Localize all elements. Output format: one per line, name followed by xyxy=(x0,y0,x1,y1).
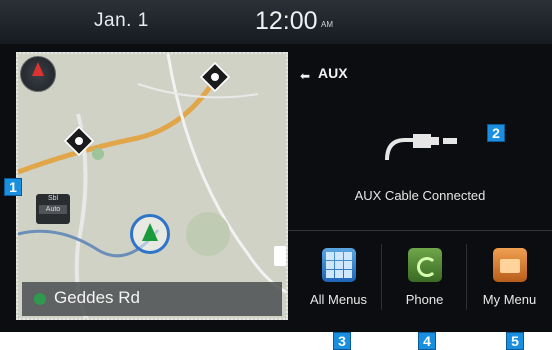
aux-title: AUX xyxy=(318,65,348,81)
grid-icon xyxy=(322,248,356,282)
current-street-name: Geddes Rd xyxy=(54,288,140,307)
divider xyxy=(288,230,552,231)
callout-badge-4: 4 xyxy=(418,332,436,350)
status-time: 12:00 xyxy=(255,7,318,35)
all-menus-label: All Menus xyxy=(309,292,368,307)
infotainment-screen: Jan. 1 12:00 AM Sbl Auto Geddes Rd ⬅ AUX xyxy=(0,0,552,332)
map-view[interactable]: Sbl Auto Geddes Rd xyxy=(16,52,288,320)
callout-badge-1: 1 xyxy=(4,178,22,196)
speed-limit-sign: Sbl Auto xyxy=(36,194,70,224)
my-menu-label: My Menu xyxy=(482,292,537,307)
phone-icon xyxy=(408,248,442,282)
my-menu-button[interactable]: My Menu xyxy=(467,238,552,318)
speed-label: Sbl xyxy=(47,195,59,202)
aux-status: AUX Cable Connected xyxy=(354,188,486,203)
compass-icon[interactable] xyxy=(20,56,56,92)
callout-badge-5: 5 xyxy=(506,332,524,350)
edge-marker-icon xyxy=(274,246,286,266)
phone-label: Phone xyxy=(405,292,444,307)
speed-mode-label: Auto xyxy=(39,205,67,214)
location-dot-icon xyxy=(34,293,46,305)
all-menus-button[interactable]: All Menus xyxy=(296,238,381,318)
map-roads xyxy=(18,54,286,318)
callout-badge-3: 3 xyxy=(333,332,351,350)
callout-badge-2: 2 xyxy=(487,124,505,142)
vehicle-position-icon xyxy=(130,214,170,254)
aux-cable-icon xyxy=(385,134,457,161)
current-street-bar: Geddes Rd xyxy=(22,282,282,316)
back-arrow-icon[interactable]: ⬅ xyxy=(300,69,310,83)
folder-icon xyxy=(493,248,527,282)
status-date: Jan. 1 xyxy=(94,10,149,31)
status-ampm: AM xyxy=(321,20,333,29)
status-bar: Jan. 1 12:00 AM xyxy=(0,0,552,44)
phone-button[interactable]: Phone xyxy=(382,238,467,318)
